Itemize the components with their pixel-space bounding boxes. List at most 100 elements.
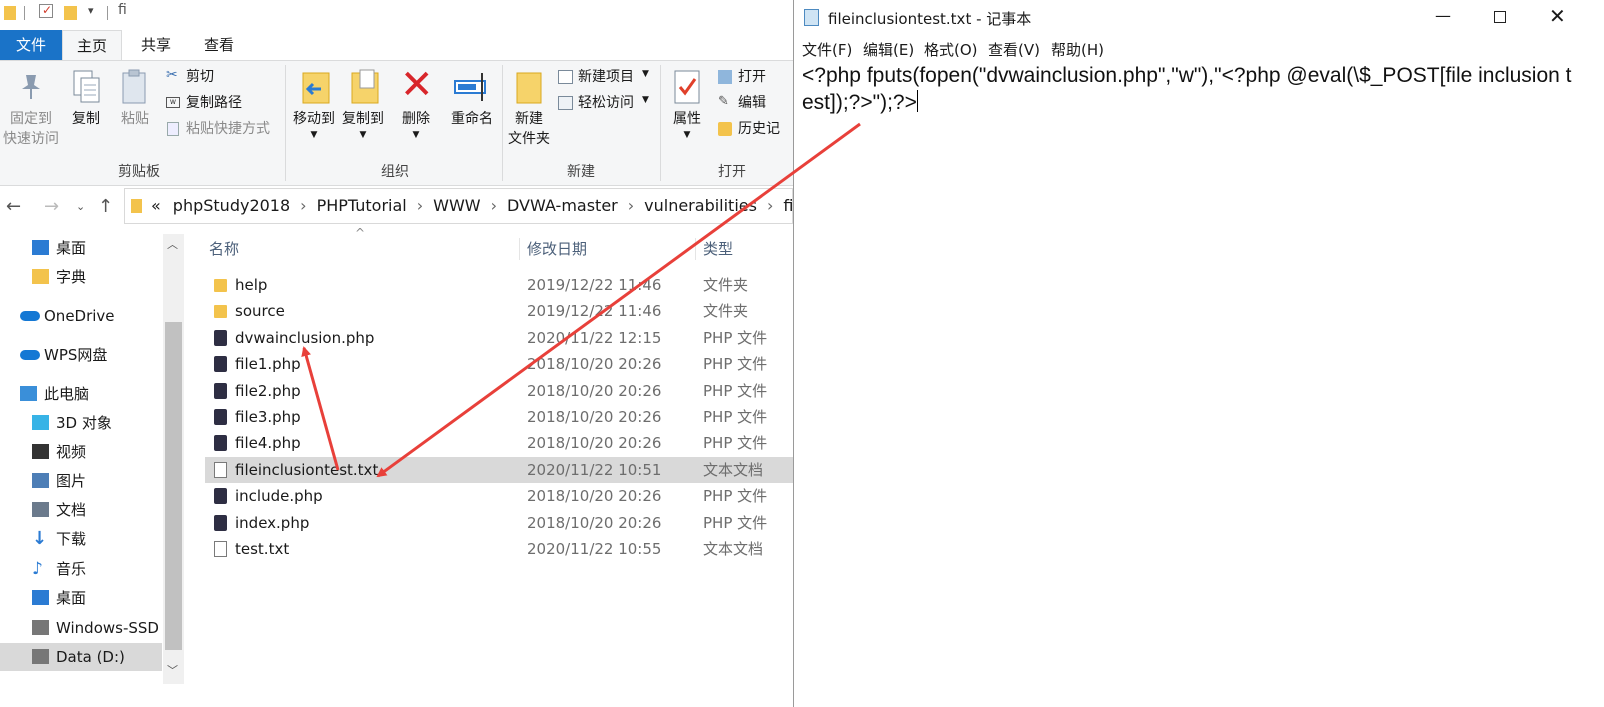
sidebar-item[interactable]: WPS网盘 bbox=[0, 341, 162, 369]
minimize-icon[interactable]: — bbox=[1435, 6, 1451, 25]
folder-icon bbox=[4, 6, 16, 20]
maximize-icon[interactable] bbox=[1494, 11, 1506, 23]
forward-arrow-icon[interactable]: → bbox=[44, 196, 59, 217]
sidebar-item[interactable]: Data (D:) bbox=[0, 643, 162, 671]
sidebar-item[interactable]: 视频 bbox=[0, 438, 162, 466]
pin-to-quick-access-button[interactable]: 固定到 快速访问 bbox=[0, 61, 62, 161]
delete-button[interactable]: ✕ 删除 ▼ bbox=[396, 61, 436, 161]
sidebar-item[interactable]: 桌面 bbox=[0, 584, 162, 612]
cut-label: 剪切 bbox=[186, 69, 214, 85]
file-row[interactable]: file3.php 2018/10/20 20:26 PHP 文件 bbox=[205, 404, 793, 430]
breadcrumb-item[interactable]: « bbox=[151, 196, 161, 215]
scroll-down-arrow-icon[interactable]: ﹀ bbox=[167, 662, 178, 678]
breadcrumb-item[interactable]: vulnerabilities bbox=[644, 196, 757, 215]
tab-share[interactable]: 共享 bbox=[126, 30, 186, 60]
navigation-tree: 桌面 字典 OneDrive WPS网盘 此电脑 3D 对象 视频 图片 文档 ↓ 下载 ♪ 音乐 桌面 W… bbox=[0, 234, 162, 707]
open-button[interactable]: 打开 bbox=[718, 67, 793, 89]
cut-button[interactable]: ✂ 剪切 bbox=[166, 67, 276, 89]
column-header-type[interactable]: 类型 bbox=[703, 234, 733, 264]
sidebar-item[interactable]: ♪ 音乐 bbox=[0, 555, 162, 583]
move-to-button[interactable]: 移动到 ▼ bbox=[290, 61, 338, 161]
sidebar-item[interactable]: OneDrive bbox=[0, 302, 162, 330]
copy-icon bbox=[73, 70, 100, 103]
chevron-right-icon[interactable]: › bbox=[767, 196, 773, 215]
file-name: file1.php bbox=[235, 355, 301, 374]
file-date: 2020/11/22 12:15 bbox=[527, 328, 662, 347]
new-item-button[interactable]: 新建项目 ▼ bbox=[558, 67, 654, 89]
file-row[interactable]: file4.php 2018/10/20 20:26 PHP 文件 bbox=[205, 430, 793, 456]
tab-view[interactable]: 查看 bbox=[189, 30, 249, 60]
copy-path-button[interactable]: W 复制路径 bbox=[166, 93, 276, 115]
sidebar-item-label: 字典 bbox=[56, 268, 87, 286]
chevron-right-icon[interactable]: › bbox=[300, 196, 306, 215]
recent-locations-icon[interactable]: ⌄ bbox=[76, 200, 85, 213]
chevron-right-icon[interactable]: › bbox=[628, 196, 634, 215]
column-header-date[interactable]: 修改日期 bbox=[527, 234, 587, 264]
open-icon bbox=[718, 70, 732, 84]
breadcrumb-item[interactable]: WWW bbox=[433, 196, 480, 215]
sidebar-item[interactable]: 字典 bbox=[0, 263, 162, 291]
chevron-right-icon[interactable]: › bbox=[417, 196, 423, 215]
file-name: file2.php bbox=[235, 381, 301, 400]
notepad-content[interactable]: <?php fputs(fopen("dvwainclusion.php","w… bbox=[802, 62, 1582, 116]
dropdown-arrow-icon: ▼ bbox=[412, 130, 420, 140]
history-button[interactable]: 历史记 bbox=[718, 119, 793, 141]
copy-to-button[interactable]: 复制到 ▼ bbox=[339, 61, 387, 161]
easy-access-button[interactable]: 轻松访问 ▼ bbox=[558, 93, 654, 115]
sidebar-item-label: 下载 bbox=[56, 530, 87, 548]
copy-button[interactable]: 复制 bbox=[64, 61, 108, 161]
properties-button[interactable]: 属性 ▼ bbox=[664, 61, 710, 161]
sidebar-item[interactable]: 文档 bbox=[0, 496, 162, 524]
paste-button[interactable]: 粘贴 bbox=[112, 61, 158, 161]
column-divider[interactable] bbox=[695, 238, 696, 260]
sidebar-item[interactable]: 图片 bbox=[0, 467, 162, 495]
tab-file[interactable]: 文件 bbox=[0, 30, 62, 60]
file-row[interactable]: file2.php 2018/10/20 20:26 PHP 文件 bbox=[205, 378, 793, 404]
scrollbar-thumb[interactable] bbox=[165, 322, 182, 650]
menu-format[interactable]: 格式(O) bbox=[924, 39, 978, 60]
file-row[interactable]: file1.php 2018/10/20 20:26 PHP 文件 bbox=[205, 351, 793, 377]
notepad-text-area[interactable]: <?php fputs(fopen("dvwainclusion.php","w… bbox=[794, 62, 1604, 707]
back-arrow-icon[interactable]: ← bbox=[6, 196, 21, 217]
file-row[interactable]: help 2019/12/22 11:46 文件夹 bbox=[205, 272, 793, 298]
new-folder-button[interactable]: 新建 文件夹 bbox=[506, 61, 552, 161]
menu-edit[interactable]: 编辑(E) bbox=[863, 39, 914, 60]
chevron-right-icon[interactable]: › bbox=[491, 196, 497, 215]
edit-button[interactable]: ✎ 编辑 bbox=[718, 93, 793, 115]
sidebar-item[interactable]: 桌面 bbox=[0, 234, 162, 262]
file-row[interactable]: include.php 2018/10/20 20:26 PHP 文件 bbox=[205, 483, 793, 509]
sidebar-item[interactable]: 3D 对象 bbox=[0, 409, 162, 437]
address-bar[interactable]: « phpStudy2018 › PHPTutorial › WWW › DVWA-maste… bbox=[124, 188, 793, 224]
up-arrow-icon[interactable]: ↑ bbox=[98, 196, 113, 217]
customize-qat-icon[interactable]: ▾ bbox=[88, 4, 94, 17]
new-folder-icon[interactable] bbox=[64, 6, 77, 20]
menu-file[interactable]: 文件(F) bbox=[802, 39, 852, 60]
file-row[interactable]: test.txt 2020/11/22 10:55 文本文档 bbox=[205, 536, 793, 562]
breadcrumb-item[interactable]: PHPTutorial bbox=[317, 196, 407, 215]
file-row[interactable]: dvwainclusion.php 2020/11/22 12:15 PHP 文件 bbox=[205, 325, 793, 351]
file-explorer-window: ✓ ▾ fi 文件 主页 共享 查看 固定到 快速访问 复制 粘贴 ✂ 剪切 W… bbox=[0, 0, 793, 707]
scroll-up-arrow-icon[interactable]: ︿ bbox=[167, 236, 178, 252]
file-row[interactable]: fileinclusiontest.txt 2020/11/22 10:51 文本文… bbox=[205, 456, 793, 483]
breadcrumb-item[interactable]: phpStudy2018 bbox=[173, 196, 290, 215]
column-divider[interactable] bbox=[519, 238, 520, 260]
properties-checkbox-icon[interactable]: ✓ bbox=[39, 3, 53, 18]
navigation-pane: 桌面 字典 OneDrive WPS网盘 此电脑 3D 对象 视频 图片 文档 ↓ 下载 ♪ 音乐 桌面 W… bbox=[0, 234, 186, 707]
sidebar-item[interactable]: ↓ 下载 bbox=[0, 525, 162, 553]
file-type: 文本文档 bbox=[703, 540, 764, 558]
menu-view[interactable]: 查看(V) bbox=[988, 39, 1040, 60]
breadcrumb-item[interactable]: DVWA-master bbox=[507, 196, 618, 215]
rename-button[interactable]: 重命名 bbox=[444, 61, 500, 161]
paste-label: 粘贴 bbox=[121, 111, 149, 127]
breadcrumb-item[interactable]: fi bbox=[783, 196, 793, 215]
tab-home[interactable]: 主页 bbox=[62, 30, 122, 60]
sidebar-item[interactable]: Windows-SSD ( bbox=[0, 614, 162, 642]
paste-shortcut-button[interactable]: 粘贴快捷方式 bbox=[166, 119, 284, 141]
menu-help[interactable]: 帮助(H) bbox=[1051, 39, 1104, 60]
close-icon[interactable]: ✕ bbox=[1549, 4, 1566, 28]
file-row[interactable]: index.php 2018/10/20 20:26 PHP 文件 bbox=[205, 510, 793, 536]
sidebar-scrollbar[interactable]: ︿ ﹀ bbox=[163, 234, 184, 684]
sidebar-item[interactable]: 此电脑 bbox=[0, 380, 162, 408]
column-header-name[interactable]: 名称 bbox=[209, 234, 239, 264]
file-row[interactable]: source 2019/12/22 11:46 文件夹 bbox=[205, 298, 793, 324]
